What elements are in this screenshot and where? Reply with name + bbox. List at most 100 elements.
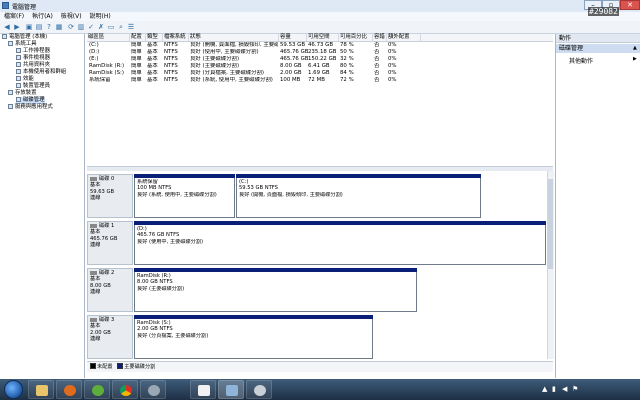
taskbar-utorrent[interactable] [84, 380, 110, 399]
close-button[interactable]: ✕ [620, 0, 640, 10]
flag-icon[interactable]: ⚑ [572, 385, 578, 393]
volume-name: RamDisk (R:) [89, 63, 125, 69]
volume-fault-tolerance: 否 [374, 49, 380, 55]
volume-filesystem: NTFS [164, 49, 178, 55]
volume-row[interactable]: (E:) 簡單 基本 NTFS 良好 (主要磁碟分割) 465.76 GB 15… [87, 56, 553, 63]
tree-item-services-apps[interactable]: 服務與應用程式 [8, 104, 53, 111]
disk-info[interactable]: 磁碟 1 基本 465.76 GB 連線 [87, 221, 133, 265]
disk-drive-icon [90, 318, 97, 323]
volume-row[interactable]: RamDisk (R:) 簡單 基本 NTFS 良好 (主要磁碟分割) 8.00… [87, 63, 553, 70]
taskbar-disk-utility[interactable] [246, 380, 272, 399]
menu-action[interactable]: 執行(A) [32, 12, 53, 21]
open-folder-icon[interactable]: ▭ [107, 23, 115, 31]
tree-item-device-manager[interactable]: 裝置管理員 [16, 83, 50, 90]
volume-capacity: 465.76 GB [280, 56, 309, 62]
window-title: 電腦管理 [12, 4, 37, 11]
volume-overhead: 0% [388, 49, 397, 55]
partition[interactable]: RamDisk (S:) 2.00 GB NTFS 良好 (分頁檔案, 主要磁碟… [134, 315, 373, 359]
taskbar-computer-management[interactable] [218, 380, 244, 399]
partition-status: 良好 (使用中, 主要磁碟分割) [137, 238, 204, 245]
partition[interactable]: (C:) 59.53 GB NTFS 良好 (開機, 頁面檔, 損毀傾印, 主要… [236, 174, 481, 218]
primary-partition-bar [236, 174, 481, 178]
column-header-volume[interactable]: 磁區區 [87, 34, 130, 41]
gear-icon [148, 385, 160, 396]
volume-fault-tolerance: 否 [374, 70, 380, 76]
scrollbar-thumb[interactable] [548, 179, 553, 269]
tree-item-shared-folders[interactable]: 共用資料夾 [16, 62, 50, 69]
menu-help[interactable]: 說明(H) [90, 12, 111, 21]
tree-item-system-tools[interactable]: 系統工具 [8, 41, 37, 48]
volume-row[interactable]: 系統保留 簡單 基本 NTFS 良好 (系統, 使用中, 主要磁碟分割) 100… [87, 77, 553, 84]
search-icon[interactable]: ⌕ [117, 23, 125, 31]
delete-icon[interactable]: ✗ [97, 23, 105, 31]
forward-arrow-icon[interactable]: ▶ [13, 23, 21, 31]
up-folder-icon[interactable]: ▣ [25, 23, 33, 31]
tree-item-task-scheduler[interactable]: 工作排程器 [16, 48, 50, 55]
taskbar-explorer[interactable] [28, 380, 54, 399]
properties-icon[interactable]: ▦ [55, 23, 63, 31]
disk-utility-icon [254, 385, 266, 396]
disk-name: 磁碟 2 [99, 270, 115, 276]
tree-item-computer-management[interactable]: 電腦管理 (本機) [2, 34, 47, 41]
volume-free: 150.22 GB [308, 56, 337, 62]
toolbar: ◀ ▶ ▣ ▤ ? ▦ ⟳ ▥ ✓ ✗ ▭ ⌕ ☰ [0, 21, 640, 34]
tree-item-local-users[interactable]: 本機使用者和群組 [16, 69, 66, 76]
menu-view[interactable]: 檢視(V) [61, 12, 82, 21]
column-header-free-space[interactable]: 可用空間 [307, 34, 339, 41]
tray-chevron-icon[interactable]: ▲ [542, 385, 547, 393]
volume-status: 良好 (主要磁碟分割) [190, 63, 240, 69]
volume-percent: 72 % [340, 77, 354, 83]
volume-percent: 50 % [340, 49, 354, 55]
column-header-capacity[interactable]: 容量 [279, 34, 307, 41]
disk-map-scrollbar[interactable] [547, 171, 554, 359]
check-icon[interactable]: ✓ [87, 23, 95, 31]
volume-type: 基本 [147, 63, 158, 69]
partition[interactable]: (D:) 465.76 GB NTFS 良好 (使用中, 主要磁碟分割) [134, 221, 546, 265]
column-header-fault-tolerance[interactable]: 容錯 [373, 34, 387, 41]
volume-status: 良好 (使用中, 主要磁碟分割) [190, 49, 259, 55]
taskbar-firefox[interactable] [56, 380, 82, 399]
actions-disk-management[interactable]: 磁碟管理 ▲ [556, 44, 640, 53]
volume-filesystem: NTFS [164, 70, 178, 76]
disk-info[interactable]: 磁碟 3 基本 2.00 GB 連線 [87, 315, 133, 359]
disk-drive-icon [90, 177, 97, 182]
volume-layout: 簡單 [131, 49, 142, 55]
column-header-layout[interactable]: 配置 [130, 34, 146, 41]
disk-info[interactable]: 磁碟 0 基本 59.63 GB 連線 [87, 174, 133, 218]
disk-map: 磁碟 0 基本 59.63 GB 連線 系統保留 100 MB NTFS 良好 … [87, 171, 547, 359]
tree-item-performance[interactable]: 效能 [16, 76, 34, 83]
primary-partition-bar [134, 174, 235, 178]
volume-row[interactable]: (D:) 簡單 基本 NTFS 良好 (使用中, 主要磁碟分割) 465.76 … [87, 49, 553, 56]
column-header-percent-free[interactable]: 可用百分比 [339, 34, 373, 41]
column-header-type[interactable]: 類型 [146, 34, 163, 41]
column-header-overhead[interactable]: 額外配置 [387, 34, 421, 41]
disk-info[interactable]: 磁碟 2 基本 8.00 GB 連線 [87, 268, 133, 312]
show-hide-tree-icon[interactable]: ▤ [35, 23, 43, 31]
tree-item-storage[interactable]: 存放裝置 [8, 90, 37, 97]
help-icon[interactable]: ? [45, 23, 53, 31]
refresh-icon[interactable]: ⟳ [67, 23, 75, 31]
volume-icon[interactable]: ◀ [562, 385, 567, 393]
volume-type: 基本 [147, 49, 158, 55]
services-icon [8, 104, 13, 109]
actions-more[interactable]: 其他動作 [569, 56, 593, 65]
primary-partition-bar [134, 315, 373, 319]
back-arrow-icon[interactable]: ◀ [3, 23, 11, 31]
menu-file[interactable]: 檔案(F) [4, 12, 24, 21]
partition[interactable]: 系統保留 100 MB NTFS 良好 (系統, 使用中, 主要磁碟分割) [134, 174, 235, 218]
tree-item-event-viewer[interactable]: 事件檢視器 [16, 55, 50, 62]
column-header-status[interactable]: 狀態 [189, 34, 279, 41]
export-icon[interactable]: ▥ [77, 23, 85, 31]
network-icon[interactable]: ▮ [552, 385, 556, 393]
column-header-filesystem[interactable]: 檔案系統 [163, 34, 189, 41]
start-button[interactable] [4, 380, 23, 399]
taskbar-pdf-reader[interactable] [190, 380, 216, 399]
list-icon[interactable]: ☰ [127, 23, 135, 31]
tree-item-disk-management[interactable]: 磁碟管理 [16, 97, 45, 104]
volume-row[interactable]: RamDisk (S:) 簡單 基本 NTFS 良好 (分頁檔案, 主要磁碟分割… [87, 70, 553, 77]
taskbar-settings[interactable] [140, 380, 166, 399]
volume-row[interactable]: (C:) 簡單 基本 NTFS 良好 (開機, 頁面檔, 損毀傾印, 主要磁碟分… [87, 42, 553, 49]
taskbar-chrome[interactable] [112, 380, 138, 399]
partition[interactable]: RamDisk (R:) 8.00 GB NTFS 良好 (主要磁碟分割) [134, 268, 417, 312]
volume-type: 基本 [147, 70, 158, 76]
